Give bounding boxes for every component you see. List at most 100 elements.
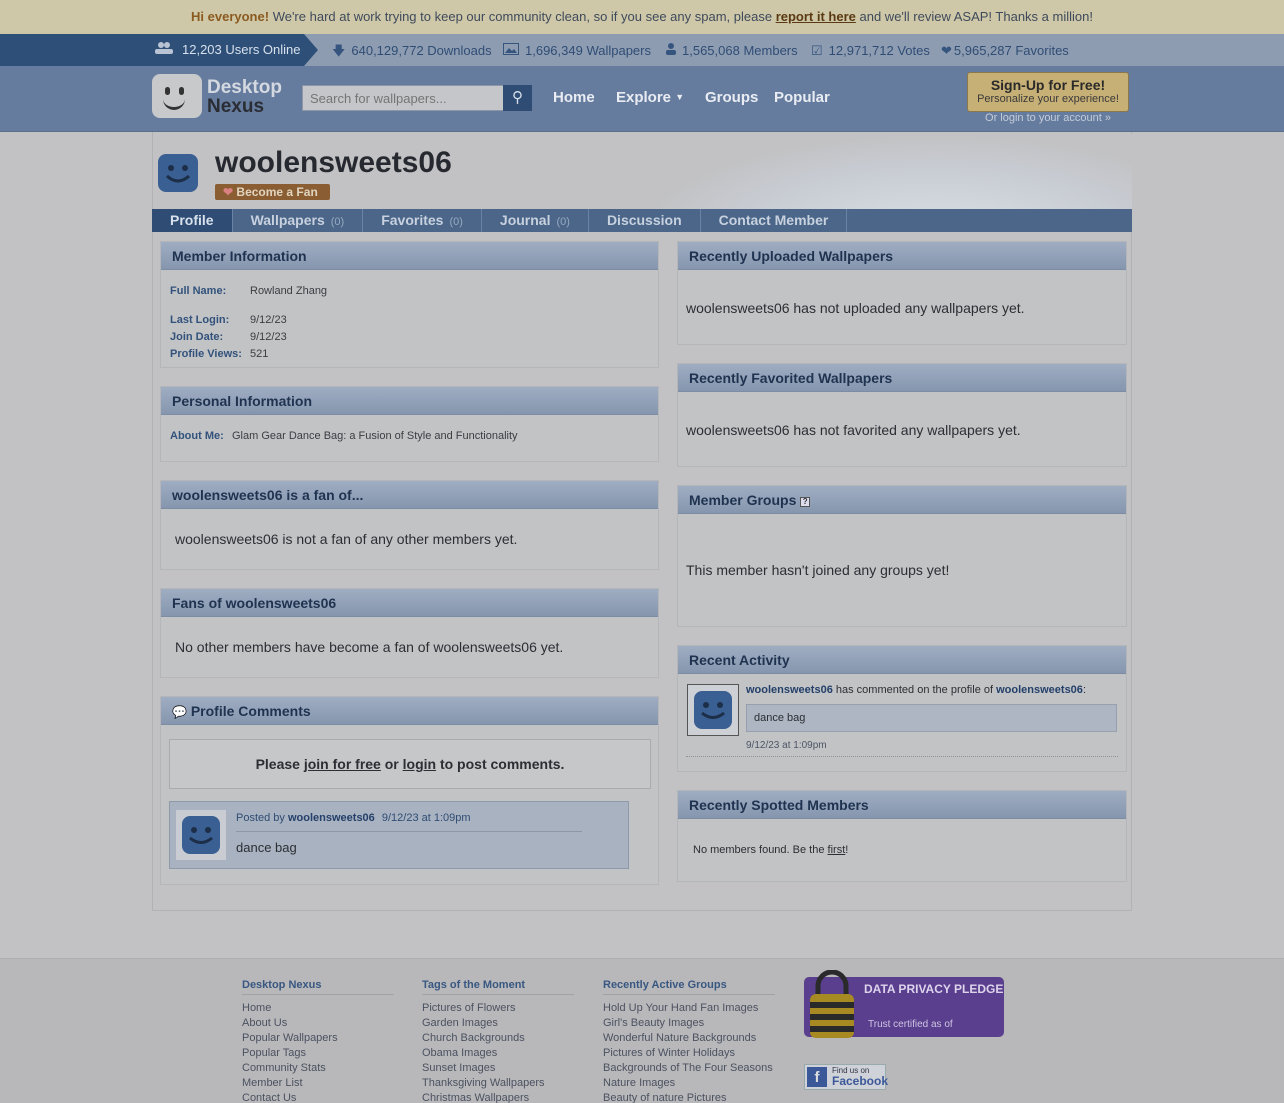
pledge-subtitle: Trust certified as of — [868, 1019, 953, 1030]
footer-link[interactable]: Popular Tags — [242, 1046, 394, 1061]
footer-link[interactable]: Beauty of nature Pictures — [603, 1091, 775, 1103]
login-link[interactable]: login — [403, 756, 436, 772]
footer-link[interactable]: Pictures of Winter Holidays — [603, 1046, 775, 1061]
users-online: 12,203 Users Online — [0, 34, 318, 66]
tab-wallpapers[interactable]: Wallpapers (0) — [233, 209, 364, 232]
panel-title: Member Information — [161, 242, 658, 270]
footer-link[interactable]: Hold Up Your Hand Fan Images — [603, 1001, 775, 1016]
profile-comments-panel: 💬 Profile Comments Please join for free … — [160, 696, 659, 885]
activity-avatar[interactable] — [687, 684, 739, 736]
wallpapers-stat: 1,696,349 Wallpapers — [503, 34, 651, 66]
notice-greeting: Hi everyone! — [191, 9, 270, 24]
footer-col-title: Desktop Nexus — [242, 979, 394, 995]
profile-views-row: Profile Views: 521 — [170, 344, 268, 362]
comment-divider — [236, 831, 582, 832]
nav-explore-label: Explore — [616, 89, 672, 106]
activity-colon: : — [1082, 684, 1086, 696]
comment-item: Posted by woolensweets06 9/12/23 at 1:09… — [169, 801, 629, 869]
footer-link[interactable]: Garden Images — [422, 1016, 574, 1031]
footer-link[interactable]: Church Backgrounds — [422, 1031, 574, 1046]
signup-button[interactable]: Sign-Up for Free! Personalize your exper… — [967, 72, 1129, 112]
spam-notice-bar: Hi everyone! We're hard at work trying t… — [0, 0, 1284, 34]
login-link[interactable]: Or login to your account » — [967, 112, 1129, 124]
report-spam-link[interactable]: report it here — [776, 9, 856, 24]
become-fan-label: Become a Fan — [236, 185, 318, 199]
tab-label: Favorites — [381, 212, 444, 228]
image-icon — [503, 34, 519, 68]
facebook-icon: f — [807, 1067, 827, 1087]
recently-favorited-panel: Recently Favorited Wallpapers woolenswee… — [677, 363, 1127, 467]
footer-link[interactable]: Community Stats — [242, 1061, 394, 1076]
tab-count: (0) — [449, 216, 463, 228]
footer-link[interactable]: Sunset Images — [422, 1061, 574, 1076]
footer-link[interactable]: Thanksgiving Wallpapers — [422, 1076, 574, 1091]
comment-author-link[interactable]: woolensweets06 — [288, 812, 375, 824]
personal-information-panel: Personal Information About Me: Glam Gear … — [160, 386, 659, 462]
downloads-count: 640,129,772 Downloads — [351, 43, 492, 58]
search-input[interactable] — [302, 85, 504, 111]
footer-col-desktop-nexus: Desktop Nexus Home About Us Popular Wall… — [242, 979, 394, 1103]
full-name-value: Rowland Zhang — [250, 285, 328, 297]
panel-title: woolensweets06 is a fan of... — [161, 481, 658, 509]
nav-groups[interactable]: Groups — [705, 89, 758, 106]
tab-label: Journal — [499, 212, 551, 228]
profile-tabs: Profile Wallpapers (0) Favorites (0) Journ… — [152, 209, 1132, 232]
favorited-message: woolensweets06 has not favorited any wal… — [686, 422, 1021, 438]
heart-icon: ❤ — [223, 185, 234, 199]
footer-link[interactable]: Pictures of Flowers — [422, 1001, 574, 1016]
footer-link[interactable]: Home — [242, 1001, 394, 1016]
footer-link[interactable]: Girl's Beauty Images — [603, 1016, 775, 1031]
footer-link[interactable]: Contact Us — [242, 1091, 394, 1103]
footer-link[interactable]: Member List — [242, 1076, 394, 1091]
signup-subtitle: Personalize your experience! — [977, 93, 1119, 105]
footer-col-groups: Recently Active Groups Hold Up Your Hand… — [603, 979, 775, 1103]
activity-text: woolensweets06 has commented on the prof… — [746, 684, 1086, 696]
nav-popular[interactable]: Popular — [774, 89, 830, 106]
commenter-avatar[interactable] — [176, 810, 226, 860]
become-fan-button[interactable]: ❤ Become a Fan — [215, 184, 330, 200]
search-button[interactable]: ⚲ — [503, 85, 532, 111]
panel-title: Personal Information — [161, 387, 658, 415]
about-me-label: About Me: — [170, 430, 224, 442]
nav-explore[interactable]: Explore ▼ — [616, 89, 684, 106]
panel-title: Recently Favorited Wallpapers — [678, 364, 1126, 392]
footer-link[interactable]: Obama Images — [422, 1046, 574, 1061]
logo-face-icon — [152, 74, 202, 118]
tab-profile[interactable]: Profile — [152, 209, 233, 232]
nav-home[interactable]: Home — [553, 89, 595, 106]
fan-of-message: woolensweets06 is not a fan of any other… — [175, 531, 518, 547]
activity-user-link[interactable]: woolensweets06 — [746, 684, 833, 696]
tab-journal[interactable]: Journal (0) — [482, 209, 589, 232]
panel-title: Recent Activity — [678, 646, 1126, 674]
spotted-text-end: ! — [845, 844, 849, 856]
tab-favorites[interactable]: Favorites (0) — [363, 209, 482, 232]
tab-label: Profile — [170, 212, 214, 228]
footer-link[interactable]: Wonderful Nature Backgrounds — [603, 1031, 775, 1046]
help-icon[interactable]: ? — [800, 497, 811, 507]
favorites-count: 5,965,287 Favorites — [953, 43, 1069, 58]
full-name-label: Full Name: — [170, 285, 227, 297]
footer-link[interactable]: Christmas Wallpapers — [422, 1091, 574, 1103]
footer-link[interactable]: Nature Images — [603, 1076, 775, 1091]
notice-text: We're hard at work trying to keep our co… — [272, 9, 773, 24]
facebook-badge[interactable]: f Find us on Facebook — [804, 1064, 888, 1090]
footer-link[interactable]: Popular Wallpapers — [242, 1031, 394, 1046]
downloads-stat: 🡇 640,129,772 Downloads — [332, 34, 492, 66]
panel-title: Member Groups — [689, 492, 797, 508]
activity-target-link[interactable]: woolensweets06 — [996, 684, 1083, 696]
fan-of-panel: woolensweets06 is a fan of... woolenswee… — [160, 480, 659, 570]
footer-link[interactable]: About Us — [242, 1016, 394, 1031]
panel-title: Fans of woolensweets06 — [161, 589, 658, 617]
desktop-nexus-logo[interactable]: Desktop Nexus — [152, 72, 282, 122]
wallpapers-count: 1,696,349 Wallpapers — [525, 43, 651, 58]
signup-title: Sign-Up for Free! — [990, 77, 1106, 93]
join-for-free-link[interactable]: join for free — [304, 756, 381, 772]
be-first-link[interactable]: first — [828, 844, 846, 856]
footer-link[interactable]: Backgrounds of The Four Seasons — [603, 1061, 775, 1076]
recent-activity-panel: Recent Activity woolensweets06 has comme… — [677, 645, 1127, 772]
tab-contact-member[interactable]: Contact Member — [701, 209, 848, 232]
tab-discussion[interactable]: Discussion — [589, 209, 701, 232]
site-stats-bar: 12,203 Users Online 🡇 640,129,772 Downloa… — [0, 34, 1284, 66]
prompt-or: or — [384, 756, 399, 772]
fans-panel: Fans of woolensweets06 No other members … — [160, 588, 659, 678]
